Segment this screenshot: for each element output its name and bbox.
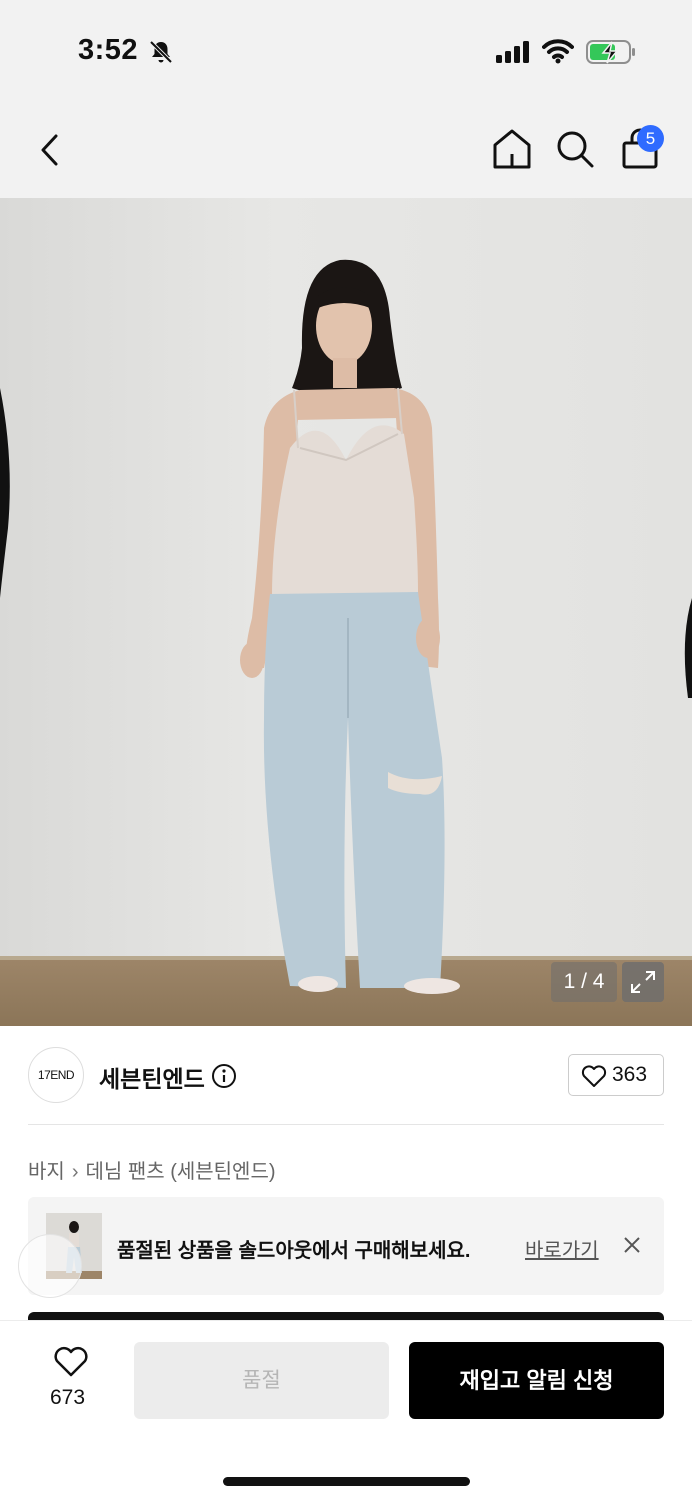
restock-alert-button[interactable]: 재입고 알림 신청	[409, 1342, 664, 1419]
expand-icon[interactable]	[622, 962, 664, 1002]
breadcrumb: 바지 › 데님 팬츠 (세븐틴엔드)	[28, 1155, 276, 1184]
heart-icon	[581, 1065, 607, 1087]
home-icon[interactable]	[491, 127, 533, 171]
breadcrumb-current[interactable]: 데님 팬츠 (세븐틴엔드)	[85, 1161, 275, 1183]
soldout-button[interactable]: 품절	[134, 1342, 389, 1419]
cellular-signal-icon	[496, 41, 529, 63]
back-chevron-icon[interactable]	[30, 128, 70, 172]
banner-message: 품절된 상품을 솔드아웃에서 구매해보세요.	[117, 1240, 471, 1262]
heart-icon[interactable]	[53, 1346, 89, 1378]
app-header: 3:52 5	[0, 0, 692, 198]
bell-muted-icon	[149, 40, 173, 64]
battery-charging-icon	[586, 40, 635, 64]
model-photo	[0, 259, 692, 994]
breadcrumb-parent[interactable]: 바지	[28, 1161, 65, 1183]
soldout-banner: 품절된 상품을 솔드아웃에서 구매해보세요. 바로가기	[28, 1197, 664, 1295]
banner-link[interactable]: 바로가기	[525, 1234, 599, 1263]
floating-circle	[18, 1234, 82, 1298]
brand-name[interactable]: 세븐틴엔드	[99, 1060, 205, 1094]
wifi-icon	[542, 39, 574, 64]
chevron-right-icon: ›	[71, 1161, 79, 1183]
product-image[interactable]	[0, 198, 692, 1026]
close-icon[interactable]	[620, 1233, 644, 1257]
home-indicator	[223, 1477, 470, 1486]
image-counter: 1 / 4	[551, 962, 617, 1002]
cart-count-badge[interactable]: 5	[637, 125, 664, 152]
wish-count: 673	[50, 1386, 86, 1409]
status-time: 3:52	[78, 34, 139, 66]
search-icon[interactable]	[554, 128, 596, 170]
brand-like-count: 363	[612, 1063, 648, 1086]
brand-like-button[interactable]: 363	[568, 1054, 664, 1096]
brand-logo[interactable]: 17END	[28, 1047, 84, 1103]
info-icon[interactable]	[211, 1063, 237, 1089]
divider	[28, 1124, 664, 1125]
